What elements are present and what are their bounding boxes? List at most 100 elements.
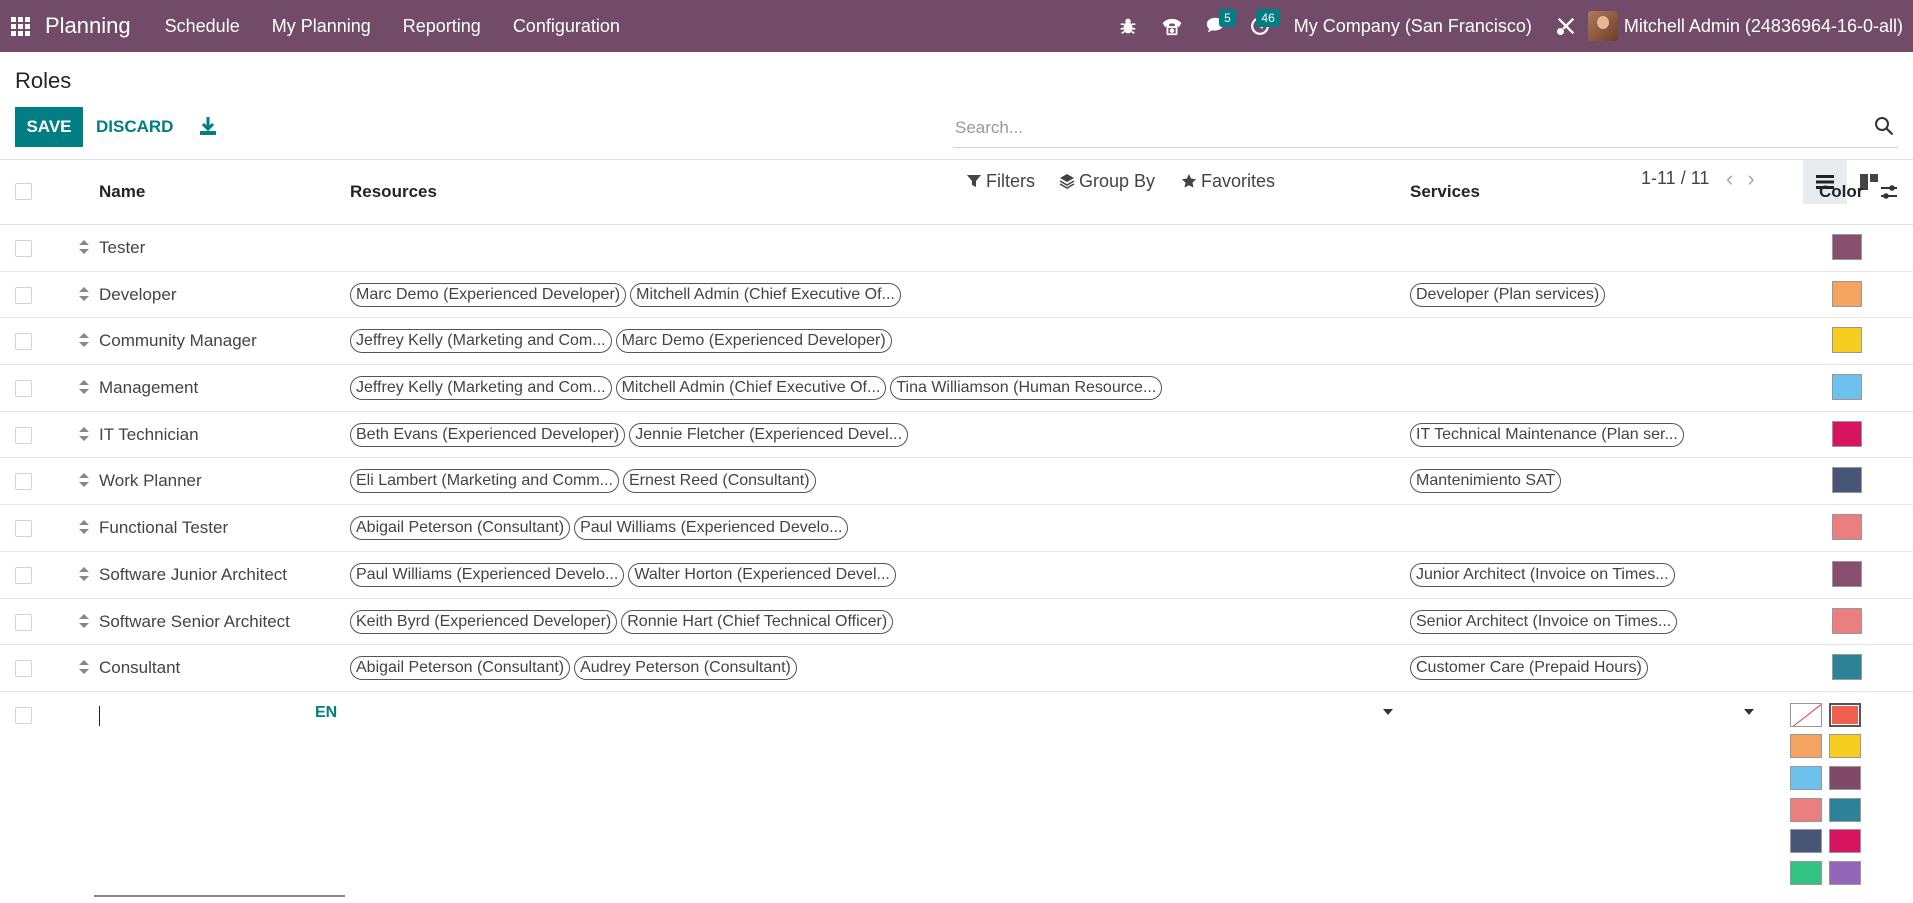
service-tag[interactable]: Junior Architect (Invoice on Times... bbox=[1410, 562, 1675, 587]
color-option[interactable] bbox=[1829, 734, 1861, 759]
resource-tag[interactable]: Jeffrey Kelly (Marketing and Com... bbox=[350, 376, 612, 401]
menu-reporting[interactable]: Reporting bbox=[387, 0, 497, 52]
drag-handle-icon[interactable] bbox=[78, 378, 90, 396]
drag-handle-icon[interactable] bbox=[78, 518, 90, 536]
resource-tag[interactable]: Abigail Peterson (Consultant) bbox=[350, 656, 571, 681]
color-swatch[interactable] bbox=[1832, 234, 1862, 260]
resource-tag[interactable]: Paul Williams (Experienced Develo... bbox=[574, 516, 849, 541]
search-bar[interactable]: Search... bbox=[953, 110, 1898, 148]
search-icon[interactable] bbox=[1874, 116, 1894, 136]
service-tag[interactable]: Customer Care (Prepaid Hours) bbox=[1410, 656, 1648, 681]
color-option[interactable] bbox=[1829, 860, 1861, 885]
resource-tag[interactable]: Ernest Reed (Consultant) bbox=[622, 469, 816, 494]
color-swatch[interactable] bbox=[1832, 607, 1862, 634]
color-option[interactable] bbox=[1829, 766, 1861, 791]
table-row[interactable]: Consultant Abigail Peterson (Consultant)… bbox=[0, 645, 1913, 692]
service-tag[interactable]: IT Technical Maintenance (Plan ser... bbox=[1410, 422, 1684, 447]
header-services[interactable]: Services bbox=[1410, 182, 1480, 202]
resource-tag[interactable]: Abigail Peterson (Consultant) bbox=[350, 516, 571, 541]
messages-icon[interactable]: 5 bbox=[1194, 0, 1238, 52]
company-switcher[interactable]: My Company (San Francisco) bbox=[1282, 16, 1544, 37]
save-button[interactable]: SAVE bbox=[15, 107, 83, 147]
color-swatch[interactable] bbox=[1832, 280, 1862, 307]
resource-tag[interactable]: Jennie Fletcher (Experienced Devel... bbox=[629, 422, 909, 447]
table-row[interactable]: Management Jeffrey Kelly (Marketing and … bbox=[0, 365, 1913, 412]
activity-clock-icon[interactable]: 46 bbox=[1238, 0, 1282, 52]
resource-tag[interactable]: Paul Williams (Experienced Develo... bbox=[350, 562, 625, 587]
row-checkbox[interactable] bbox=[15, 380, 32, 398]
debug-bug-icon[interactable] bbox=[1106, 0, 1150, 52]
table-row[interactable]: Functional Tester Abigail Peterson (Cons… bbox=[0, 505, 1913, 552]
row-checkbox[interactable] bbox=[15, 286, 32, 304]
user-menu[interactable]: Mitchell Admin (24836964-16-0-all) bbox=[1587, 11, 1913, 41]
optional-columns-icon[interactable] bbox=[1879, 182, 1899, 202]
table-row[interactable]: Software Junior Architect Paul Williams … bbox=[0, 552, 1913, 599]
header-resources[interactable]: Resources bbox=[350, 182, 437, 202]
search-input[interactable]: Search... bbox=[955, 118, 1023, 138]
resource-tag[interactable]: Ronnie Hart (Chief Technical Officer) bbox=[621, 609, 894, 634]
resource-tag[interactable]: Jeffrey Kelly (Marketing and Com... bbox=[350, 329, 612, 354]
resource-tag[interactable]: Walter Horton (Experienced Devel... bbox=[628, 562, 896, 587]
drag-handle-icon[interactable] bbox=[78, 238, 90, 256]
color-swatch[interactable] bbox=[1832, 467, 1862, 494]
row-checkbox[interactable] bbox=[15, 520, 32, 538]
color-swatch[interactable] bbox=[1832, 514, 1862, 541]
resource-tag[interactable]: Eli Lambert (Marketing and Comm... bbox=[350, 469, 619, 494]
new-name-input[interactable]: EN bbox=[94, 691, 345, 897]
drag-handle-icon[interactable] bbox=[78, 658, 90, 676]
row-checkbox[interactable] bbox=[15, 613, 32, 631]
table-row[interactable]: Software Senior Architect Keith Byrd (Ex… bbox=[0, 599, 1913, 646]
row-checkbox[interactable] bbox=[15, 566, 32, 584]
table-row[interactable]: Tester bbox=[0, 225, 1913, 272]
menu-configuration[interactable]: Configuration bbox=[497, 0, 636, 52]
resource-tag[interactable]: Tina Williamson (Human Resource... bbox=[890, 376, 1163, 401]
color-option[interactable] bbox=[1790, 860, 1822, 885]
table-row[interactable]: Work Planner Eli Lambert (Marketing and … bbox=[0, 458, 1913, 506]
row-checkbox[interactable] bbox=[15, 240, 32, 257]
tools-icon[interactable] bbox=[1544, 0, 1588, 52]
table-row[interactable]: IT Technician Beth Evans (Experienced De… bbox=[0, 412, 1913, 459]
color-swatch[interactable] bbox=[1832, 374, 1862, 401]
color-option[interactable] bbox=[1790, 766, 1822, 791]
services-dropdown-icon[interactable] bbox=[1743, 708, 1755, 716]
resource-tag[interactable]: Marc Demo (Experienced Developer) bbox=[615, 329, 892, 354]
table-row[interactable]: Community Manager Jeffrey Kelly (Marketi… bbox=[0, 318, 1913, 366]
row-checkbox[interactable] bbox=[15, 660, 32, 678]
row-checkbox[interactable] bbox=[15, 473, 32, 491]
menu-schedule[interactable]: Schedule bbox=[149, 0, 256, 52]
drag-handle-icon[interactable] bbox=[78, 565, 90, 583]
color-swatch[interactable] bbox=[1832, 654, 1862, 681]
resource-tag[interactable]: Marc Demo (Experienced Developer) bbox=[350, 282, 627, 307]
drag-handle-icon[interactable] bbox=[78, 612, 90, 630]
select-all-checkbox[interactable] bbox=[15, 183, 32, 200]
resource-tag[interactable]: Beth Evans (Experienced Developer) bbox=[350, 422, 626, 447]
header-name[interactable]: Name bbox=[99, 182, 145, 202]
service-tag[interactable]: Mantenimiento SAT bbox=[1410, 469, 1562, 494]
color-option[interactable] bbox=[1790, 797, 1822, 822]
service-tag[interactable]: Developer (Plan services) bbox=[1410, 282, 1606, 307]
color-swatch[interactable] bbox=[1832, 420, 1862, 447]
download-icon[interactable] bbox=[199, 116, 217, 136]
color-swatch[interactable] bbox=[1832, 560, 1862, 587]
table-row[interactable]: Developer Marc Demo (Experienced Develop… bbox=[0, 272, 1913, 319]
color-option[interactable] bbox=[1790, 734, 1822, 759]
color-option[interactable] bbox=[1829, 797, 1861, 822]
drag-handle-icon[interactable] bbox=[78, 331, 90, 349]
color-option[interactable] bbox=[1790, 829, 1822, 854]
resource-tag[interactable]: Mitchell Admin (Chief Executive Of... bbox=[615, 376, 887, 401]
drag-handle-icon[interactable] bbox=[78, 285, 90, 303]
resource-tag[interactable]: Keith Byrd (Experienced Developer) bbox=[350, 609, 618, 634]
menu-my-planning[interactable]: My Planning bbox=[256, 0, 387, 52]
row-checkbox[interactable] bbox=[15, 706, 32, 724]
row-checkbox[interactable] bbox=[15, 333, 32, 351]
discard-button[interactable]: DISCARD bbox=[96, 117, 173, 137]
language-button[interactable]: EN bbox=[315, 704, 337, 722]
color-option[interactable] bbox=[1829, 702, 1861, 727]
drag-handle-icon[interactable] bbox=[78, 425, 90, 443]
no-color-option[interactable] bbox=[1790, 702, 1822, 727]
app-name[interactable]: Planning bbox=[45, 13, 131, 39]
apps-menu-icon[interactable] bbox=[0, 0, 40, 52]
color-swatch[interactable] bbox=[1832, 327, 1862, 354]
row-checkbox[interactable] bbox=[15, 426, 32, 444]
resource-tag[interactable]: Audrey Peterson (Consultant) bbox=[574, 656, 797, 681]
